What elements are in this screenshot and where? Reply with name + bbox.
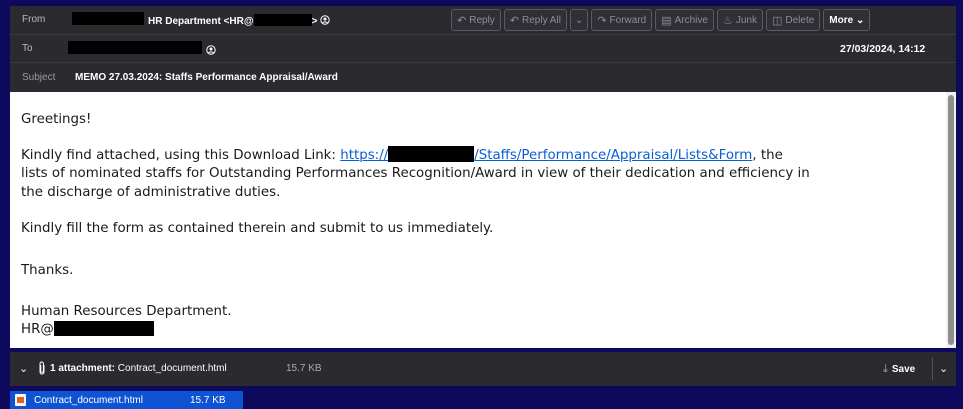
forward-button[interactable]: ↷ Forward bbox=[591, 9, 653, 31]
body-paragraph-1: Kindly find attached, using this Downloa… bbox=[21, 146, 783, 164]
attachment-count: 1 attachment: bbox=[50, 363, 116, 374]
forward-icon: ↷ bbox=[597, 14, 607, 27]
header-divider bbox=[10, 34, 956, 35]
contact-icon[interactable] bbox=[320, 15, 330, 27]
junk-icon: ♨ bbox=[722, 14, 733, 27]
save-label: Save bbox=[891, 363, 916, 375]
sender-name-text: HR Department <HR@ bbox=[148, 16, 254, 27]
body-paragraph-1-line-3: the discharge of administrative duties. bbox=[21, 185, 281, 200]
sender-name-redaction bbox=[72, 12, 144, 25]
link-prefix: https:// bbox=[340, 148, 389, 163]
reply-all-button[interactable]: ↶ Reply All bbox=[503, 9, 567, 31]
reply-label: Reply bbox=[469, 14, 495, 26]
save-button[interactable]: ⤓ Save bbox=[883, 360, 915, 378]
more-label: More bbox=[829, 14, 854, 26]
attachment-summary[interactable]: 1 attachment: Contract_document.html bbox=[50, 363, 227, 374]
recipient-redaction bbox=[68, 41, 202, 54]
sender-suffix: > bbox=[311, 16, 321, 27]
email-window: From HR Department <HR@ > ↶ Reply ↶ Reply A… bbox=[0, 0, 963, 409]
body-paragraph-2: Kindly fill the form as contained therei… bbox=[21, 221, 494, 236]
delete-label: Delete bbox=[785, 14, 815, 26]
signature-email-redaction bbox=[53, 321, 154, 336]
signature-email-prefix: HR@ bbox=[21, 322, 54, 337]
more-button[interactable]: More ⌄ bbox=[823, 9, 871, 31]
forward-label: Forward bbox=[609, 14, 647, 26]
save-options-dropdown[interactable]: ⌄ bbox=[939, 362, 948, 375]
save-divider bbox=[932, 358, 933, 380]
archive-button[interactable]: ▤ Archive bbox=[655, 9, 714, 31]
sender-domain-redaction bbox=[253, 14, 312, 26]
attachment-bar: ⌄ 1 attachment: Contract_document.html 1… bbox=[10, 352, 956, 386]
greeting: Greetings! bbox=[21, 112, 92, 127]
message-toolbar: ↶ Reply ↶ Reply All ⌄ ↷ Forward ▤ Archive ♨ J… bbox=[451, 9, 871, 31]
from-label: From bbox=[22, 14, 46, 25]
message-header: From HR Department <HR@ > ↶ Reply ↶ Reply A… bbox=[10, 6, 956, 92]
junk-button[interactable]: ♨ Junk bbox=[716, 9, 763, 31]
subject-label: Subject bbox=[22, 72, 56, 83]
reply-button[interactable]: ↶ Reply bbox=[451, 9, 501, 31]
html-file-icon bbox=[15, 394, 26, 406]
link-suffix: /Staffs/Performance/Appraisal/Lists&Form bbox=[474, 148, 753, 163]
chevron-down-icon[interactable]: ⌄ bbox=[19, 362, 28, 375]
attachment-item-filename: Contract_document.html bbox=[34, 395, 143, 406]
body-text: , the bbox=[752, 148, 783, 163]
delete-icon: ◫ bbox=[771, 14, 783, 27]
paperclip-icon bbox=[38, 361, 46, 378]
reply-all-icon: ↶ bbox=[509, 14, 520, 27]
attachment-item[interactable]: Contract_document.html 15.7 KB bbox=[10, 391, 243, 409]
chevron-down-icon: ⌄ bbox=[574, 14, 584, 26]
chevron-down-icon: ⌄ bbox=[855, 14, 865, 26]
download-icon: ⤓ bbox=[883, 362, 888, 375]
delete-button[interactable]: ◫ Delete bbox=[765, 9, 821, 31]
reply-all-label: Reply All bbox=[522, 14, 561, 26]
header-divider bbox=[10, 62, 956, 63]
attachment-size: 15.7 KB bbox=[286, 363, 322, 374]
download-link[interactable]: https:// /Staffs/Performance/Appraisal/Li… bbox=[340, 146, 753, 163]
reply-icon: ↶ bbox=[457, 14, 467, 27]
sender-address[interactable]: HR Department <HR@ > bbox=[148, 14, 330, 27]
signature-email: HR@ bbox=[21, 321, 154, 338]
archive-label: Archive bbox=[674, 14, 708, 26]
attachment-filename: Contract_document.html bbox=[117, 363, 227, 374]
reply-options-dropdown[interactable]: ⌄ bbox=[569, 9, 589, 31]
archive-icon: ▤ bbox=[661, 14, 672, 27]
signature-name: Human Resources Department. bbox=[21, 304, 232, 319]
message-date: 27/03/2024, 14:12 bbox=[840, 43, 926, 55]
link-domain-redaction bbox=[388, 146, 475, 162]
junk-label: Junk bbox=[735, 14, 757, 26]
message-body: Greetings! Kindly find attached, using t… bbox=[10, 92, 946, 348]
to-label: To bbox=[22, 43, 33, 54]
attachment-item-size: 15.7 KB bbox=[190, 395, 226, 406]
body-paragraph-1-line-2: lists of nominated staffs for Outstandin… bbox=[21, 166, 810, 181]
body-scrollbar[interactable] bbox=[946, 92, 956, 348]
body-text: Kindly find attached, using this Downloa… bbox=[21, 148, 341, 163]
thanks-line: Thanks. bbox=[21, 263, 74, 278]
chevron-down-icon: ⌄ bbox=[939, 363, 949, 375]
scrollbar-thumb[interactable] bbox=[948, 95, 954, 345]
contact-icon[interactable] bbox=[206, 42, 216, 60]
subject-text: MEMO 27.03.2024: Staffs Performance Appr… bbox=[75, 72, 338, 83]
